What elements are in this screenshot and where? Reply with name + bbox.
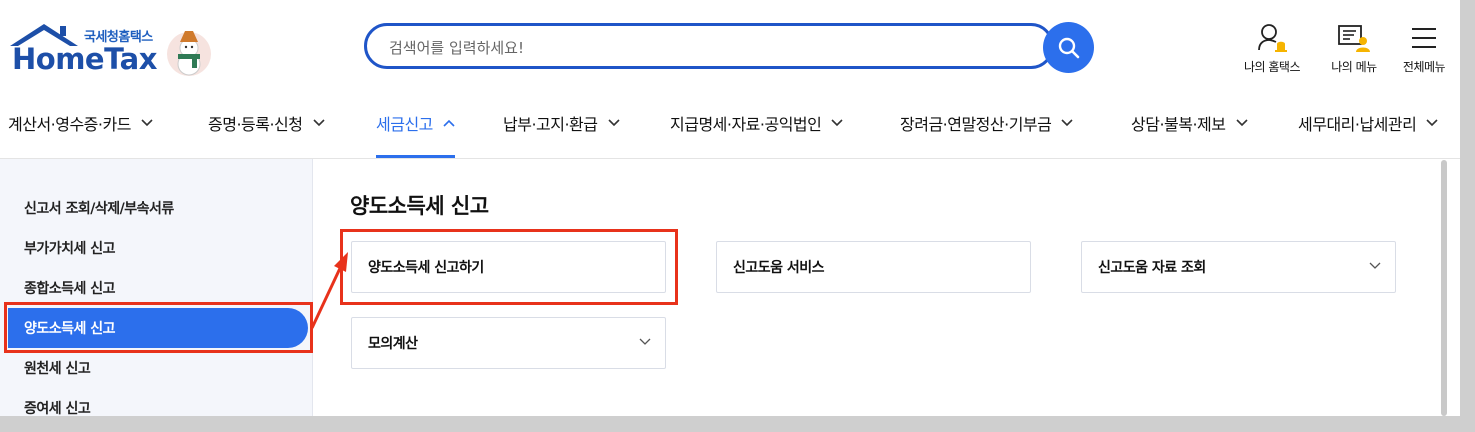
all-menu-label: 전체메뉴 bbox=[1402, 60, 1446, 74]
chevron-down-icon bbox=[1426, 118, 1438, 126]
chevron-down-icon bbox=[831, 118, 843, 126]
hamburger-menu-icon bbox=[1412, 28, 1436, 48]
nav-item-label: 지급명세·자료·공익법인 bbox=[670, 114, 822, 134]
nav-item-label: 장려금·연말정산·기부금 bbox=[900, 114, 1052, 134]
scrollbar[interactable] bbox=[1441, 160, 1447, 416]
sidebar-item-label: 종합소득세 신고 bbox=[24, 281, 116, 297]
sidebar-item-label: 신고서 조회/삭제/부속서류 bbox=[24, 201, 174, 217]
logo-title: HomeTax bbox=[12, 42, 157, 76]
card-label: 신고도움 서비스 bbox=[733, 260, 825, 276]
search-box[interactable] bbox=[364, 23, 1054, 69]
highlight-box-card bbox=[340, 229, 678, 305]
sidebar-item-label: 증여세 신고 bbox=[24, 401, 91, 416]
nav-item-label: 세금신고 bbox=[376, 114, 433, 134]
hometax-window: 국세청홈택스 HomeTax 검색어를 입력하세요! 나의 홈택스 나의 메뉴 … bbox=[0, 0, 1475, 432]
nav-item-tax-agent[interactable]: 세무대리·납세관리 bbox=[1298, 88, 1438, 157]
hometax-logo[interactable]: 국세청홈택스 HomeTax bbox=[8, 22, 218, 82]
card-label: 모의계산 bbox=[368, 336, 418, 352]
nav-item-incentive[interactable]: 장려금·연말정산·기부금 bbox=[900, 88, 1073, 157]
nav-item-certificate[interactable]: 증명·등록·신청 bbox=[208, 88, 325, 157]
chevron-down-icon bbox=[1235, 118, 1248, 126]
my-menu-button[interactable]: 나의 메뉴 bbox=[1314, 22, 1394, 78]
sidebar: 신고서 조회/삭제/부속서류 부가가치세 신고 종합소득세 신고 양도소득세 신… bbox=[0, 159, 313, 416]
sidebar-item-label: 부가가치세 신고 bbox=[24, 241, 116, 257]
my-hometax-button[interactable]: 나의 홈택스 bbox=[1232, 22, 1312, 78]
sidebar-item-withholding[interactable]: 원천세 신고 bbox=[8, 348, 308, 388]
sidebar-item-label: 원천세 신고 bbox=[24, 361, 91, 377]
chevron-down-icon bbox=[1369, 262, 1381, 269]
snowman-icon bbox=[167, 31, 211, 76]
sidebar-item-return-inquiry[interactable]: 신고서 조회/삭제/부속서류 bbox=[8, 188, 308, 228]
annotation-arrow-icon bbox=[310, 252, 348, 329]
search-input[interactable] bbox=[387, 36, 991, 60]
search-icon bbox=[1058, 37, 1079, 58]
chevron-down-icon bbox=[312, 118, 325, 126]
sidebar-item-vat[interactable]: 부가가치세 신고 bbox=[8, 228, 308, 268]
my-hometax-label: 나의 홈택스 bbox=[1243, 60, 1301, 74]
nav-item-label: 증명·등록·신청 bbox=[208, 114, 303, 134]
my-menu-label: 나의 메뉴 bbox=[1331, 60, 1377, 74]
nav-item-label: 납부·고지·환급 bbox=[503, 114, 598, 134]
nav-item-label: 세무대리·납세관리 bbox=[1298, 114, 1417, 134]
chevron-down-icon bbox=[1061, 118, 1073, 126]
user-list-icon bbox=[1338, 25, 1370, 52]
page-title: 양도소득세 신고 bbox=[350, 194, 489, 218]
chevron-down-icon bbox=[607, 118, 620, 126]
highlight-box-sidebar bbox=[4, 302, 313, 353]
nav-item-payment[interactable]: 납부·고지·환급 bbox=[503, 88, 620, 157]
nav-item-invoice[interactable]: 계산서·영수증·카드 bbox=[8, 88, 153, 157]
nav-item-label: 계산서·영수증·카드 bbox=[8, 114, 131, 134]
main-nav: 계산서·영수증·카드 증명·등록·신청 세금신고 납부·고지·환급 지급명세·자… bbox=[0, 88, 1460, 159]
page-frame: 국세청홈택스 HomeTax 검색어를 입력하세요! 나의 홈택스 나의 메뉴 … bbox=[0, 0, 1460, 416]
all-menu-button[interactable]: 전체메뉴 bbox=[1384, 22, 1460, 78]
card-filing-help-data[interactable]: 신고도움 자료 조회 bbox=[1081, 241, 1396, 293]
card-filing-help-service[interactable]: 신고도움 서비스 bbox=[716, 241, 1031, 293]
card-label: 신고도움 자료 조회 bbox=[1098, 260, 1206, 276]
chevron-down-icon bbox=[639, 338, 651, 345]
nav-item-consultation[interactable]: 상담·불복·제보 bbox=[1131, 88, 1248, 157]
chevron-up-icon bbox=[443, 119, 455, 127]
nav-item-payment-statement[interactable]: 지급명세·자료·공익법인 bbox=[670, 88, 843, 157]
user-bell-icon bbox=[1258, 24, 1287, 52]
chevron-down-icon bbox=[141, 118, 153, 126]
nav-item-tax-filing[interactable]: 세금신고 bbox=[376, 88, 455, 158]
nav-item-label: 상담·불복·제보 bbox=[1131, 114, 1226, 134]
sidebar-item-gift-tax[interactable]: 증여세 신고 bbox=[8, 388, 308, 416]
card-simulation[interactable]: 모의계산 bbox=[351, 317, 666, 369]
search-button[interactable] bbox=[1043, 22, 1094, 73]
